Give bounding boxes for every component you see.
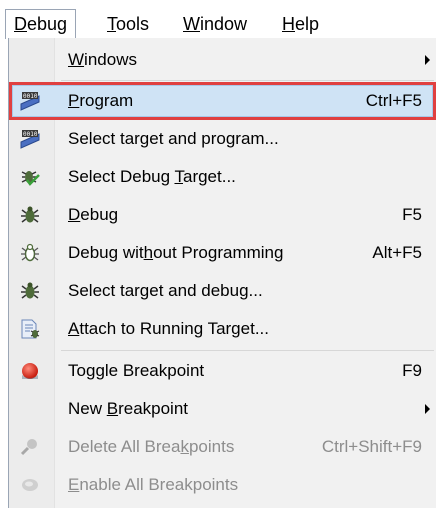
submenu-arrow-icon (425, 404, 430, 414)
bug-check-icon (19, 167, 41, 187)
submenu-arrow-icon (425, 55, 430, 65)
menu-tools-accesskey: T (107, 14, 116, 34)
label-post: ttach to Running Target... (79, 319, 269, 338)
label-key: E (68, 475, 80, 494)
menu-debug-label: ebug (27, 14, 68, 34)
menu-item-program-label: Program (68, 82, 133, 120)
menu-item-attach-to-running-target[interactable]: Attach to Running Target... (9, 310, 436, 348)
label-key: h (143, 243, 154, 262)
label-post: arget... (182, 167, 236, 186)
label-pre: Debug wit (68, 243, 144, 262)
menu-item-select-target-and-program[interactable]: 0010 Select target and program... (9, 120, 436, 158)
menu-help[interactable]: Help (274, 9, 327, 39)
menu-item-program[interactable]: 0010 Program Ctrl+F5 (9, 82, 436, 120)
label-key: P (68, 91, 80, 110)
label-pre: Select Debug (68, 167, 175, 186)
shortcut-text: Ctrl+Shift+F9 (321, 437, 422, 456)
label-post: points (188, 437, 235, 456)
chip-program-icon: 0010 (19, 129, 41, 149)
menu-help-accesskey: H (282, 14, 295, 34)
label-post: indows (84, 50, 137, 69)
label-pre: Delete All Brea (68, 437, 181, 456)
label-pre: New (68, 399, 107, 418)
enable-breakpoints-icon (19, 475, 41, 495)
menu-help-label: elp (295, 14, 320, 34)
menu-debug[interactable]: Debug (5, 9, 77, 39)
menu-item-select-target-and-program-label: Select target and program... (68, 120, 279, 158)
menu-item-new-breakpoint-label: New Breakpoint (68, 390, 188, 428)
menu-separator (61, 350, 434, 351)
menu-item-toggle-breakpoint-label: Toggle Breakpoint (68, 352, 204, 390)
menu-item-debug-without-programming-label: Debug without Programming (68, 234, 283, 272)
menu-item-delete-all-breakpoints[interactable]: Delete All Breakpoints Ctrl+Shift+F9 (9, 428, 436, 466)
label-pre: To (68, 361, 86, 380)
debug-dropdown-menu: Windows 0010 Program Ctrl+F5 0010 Select… (8, 38, 436, 508)
menu-window[interactable]: Window (175, 9, 255, 39)
menu-item-toggle-breakpoint[interactable]: Toggle Breakpoint F9 (9, 352, 436, 390)
label-key: A (68, 319, 80, 338)
label-key: B (106, 399, 119, 418)
menu-item-debug[interactable]: Debug F5 (9, 196, 436, 234)
label-pre: Select target and debug... (68, 281, 263, 300)
shortcut-text: F5 (402, 205, 422, 224)
shortcut-text: Ctrl+F5 (365, 91, 422, 110)
bug-icon (19, 205, 41, 225)
label-key: k (180, 437, 189, 456)
delete-breakpoints-icon (19, 437, 41, 457)
menu-debug-accesskey: D (14, 14, 27, 34)
menu-window-label: indow (200, 14, 248, 34)
label-key: T (174, 167, 183, 186)
menu-item-windows[interactable]: Windows (9, 41, 436, 79)
label-post: gle Breakpoint (95, 361, 205, 380)
menu-item-delete-all-breakpoints-label: Delete All Breakpoints (68, 428, 234, 466)
label-post: rogram (79, 91, 134, 110)
svg-text:0010: 0010 (23, 93, 38, 100)
shortcut-text: F9 (402, 361, 422, 380)
chip-program-icon: 0010 (19, 91, 41, 111)
bug-outline-icon (19, 243, 41, 263)
menu-item-enable-all-breakpoints-label: Enable All Breakpoints (68, 466, 238, 504)
menu-item-select-target-and-debug[interactable]: Select target and debug... (9, 272, 436, 310)
menu-item-debug-without-programming[interactable]: Debug without Programming Alt+F5 (9, 234, 436, 272)
menu-separator (61, 80, 434, 81)
svg-text:0010: 0010 (23, 131, 38, 138)
menu-item-attach-to-running-target-label: Attach to Running Target... (68, 310, 269, 348)
menu-item-debug-label: Debug (68, 196, 118, 234)
label-key: W (68, 50, 85, 69)
label-post: ebug (80, 205, 119, 224)
label-key: D (68, 205, 81, 224)
menu-item-select-debug-target[interactable]: Select Debug Target... (9, 158, 436, 196)
menu-item-select-debug-target-label: Select Debug Target... (68, 158, 236, 196)
menu-window-accesskey: W (183, 14, 200, 34)
menu-item-new-breakpoint[interactable]: New Breakpoint (9, 390, 436, 428)
label-post: out Programming (153, 243, 284, 262)
menu-item-enable-all-breakpoints[interactable]: Enable All Breakpoints (9, 466, 436, 504)
breakpoint-icon (19, 361, 41, 381)
menu-item-select-target-and-debug-label: Select target and debug... (68, 272, 263, 310)
attach-document-icon (19, 319, 41, 339)
menu-item-windows-label: Windows (68, 41, 137, 79)
shortcut-text: Alt+F5 (372, 243, 422, 262)
label-pre: Select target and program... (68, 129, 279, 148)
bug-icon (19, 281, 41, 301)
label-post: nable All Breakpoints (79, 475, 239, 494)
label-post: reakpoint (118, 399, 189, 418)
menu-tools-label: ools (116, 14, 150, 34)
menu-tools[interactable]: Tools (99, 9, 157, 39)
